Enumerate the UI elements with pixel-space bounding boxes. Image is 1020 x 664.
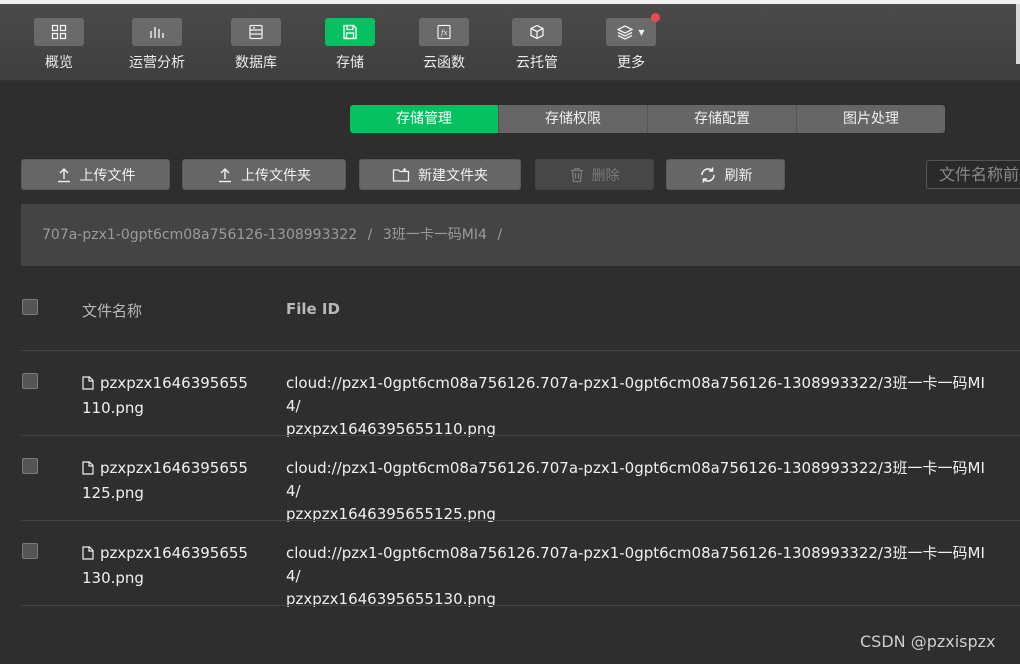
nav-analytics[interactable]: 运营分析 (122, 18, 192, 76)
nav-analytics-label: 运营分析 (129, 55, 185, 71)
nav-storage[interactable]: 存储 (315, 18, 385, 76)
table-row-name[interactable]: pzxpzx1646395655 125.png (82, 457, 252, 505)
refresh-icon (700, 167, 715, 182)
tab-storage-management[interactable]: 存储管理 (350, 105, 499, 133)
nav-more-label: 更多 (617, 55, 645, 71)
upload-folder-label: 上传文件夹 (241, 167, 311, 184)
upload-folder-button[interactable]: 上传文件夹 (182, 159, 346, 190)
search-input[interactable]: 文件名称前 (926, 160, 1020, 189)
table-row-file-id: cloud://pzx1-0gpt6cm08a756126.707a-pzx1-… (286, 459, 985, 523)
delete-label: 删除 (591, 167, 620, 184)
nav-database[interactable]: 数据库 (221, 18, 291, 76)
upload-file-button[interactable]: 上传文件 (21, 159, 170, 190)
nav-more[interactable]: ▼ 更多 (596, 13, 666, 76)
breadcrumb-separator: / (497, 227, 503, 243)
table-row-file-id: cloud://pzx1-0gpt6cm08a756126.707a-pzx1-… (286, 374, 985, 438)
nav-storage-label: 存储 (336, 55, 364, 71)
table-row-file-id: cloud://pzx1-0gpt6cm08a756126.707a-pzx1-… (286, 544, 985, 608)
breadcrumb-separator: / (367, 227, 373, 243)
tab-image-processing[interactable]: 图片处理 (797, 105, 945, 133)
bar-chart-icon (150, 27, 164, 38)
delete-button[interactable]: 删除 (535, 159, 654, 190)
tab-storage-permissions[interactable]: 存储权限 (499, 105, 648, 133)
column-header-file-id: File ID (286, 300, 340, 318)
storage-subtabs: 存储管理 存储权限 存储配置 图片处理 (350, 105, 945, 133)
database-icon (249, 24, 263, 40)
upload-icon (57, 167, 70, 182)
upload-file-label: 上传文件 (79, 167, 136, 184)
nav-overview-label: 概览 (45, 55, 73, 71)
breadcrumb-folder[interactable]: 3班一卡一码MI4 (383, 227, 487, 243)
main-toolbar: 概览 运营分析 数据库 存储 fx 云函数 云托管 ▼ 更多 (0, 4, 1020, 81)
row-checkbox[interactable] (22, 458, 38, 474)
tab-storage-config[interactable]: 存储配置 (648, 105, 797, 133)
refresh-button[interactable]: 刷新 (666, 159, 785, 190)
divider (21, 520, 1020, 521)
divider (21, 350, 1020, 351)
file-icon (82, 544, 94, 567)
nav-functions[interactable]: fx 云函数 (409, 18, 479, 76)
file-icon (82, 374, 94, 397)
watermark: CSDN @pzxispzx (860, 632, 996, 651)
row-checkbox[interactable] (22, 543, 38, 559)
row-checkbox[interactable] (22, 373, 38, 389)
layers-icon (617, 25, 634, 40)
function-icon: fx (437, 24, 451, 40)
table-row-name[interactable]: pzxpzx1646395655 130.png (82, 542, 252, 590)
nav-functions-label: 云函数 (423, 55, 465, 71)
storage-icon (343, 24, 357, 40)
trash-icon (570, 167, 583, 182)
nav-cloud-hosting[interactable]: 云托管 (502, 18, 572, 76)
window-edge (1016, 4, 1020, 64)
new-folder-label: 新建文件夹 (418, 167, 488, 184)
notification-dot (651, 13, 660, 22)
grid-icon (51, 24, 67, 40)
chevron-down-icon: ▼ (638, 27, 645, 37)
breadcrumb-bucket[interactable]: 707a-pzx1-0gpt6cm08a756126-1308993322 (42, 227, 357, 243)
nav-database-label: 数据库 (235, 55, 277, 71)
nav-cloud-hosting-label: 云托管 (516, 55, 558, 71)
divider (21, 605, 1020, 606)
new-folder-button[interactable]: 新建文件夹 (359, 159, 521, 190)
column-header-name: 文件名称 (82, 302, 143, 320)
divider (21, 435, 1020, 436)
select-all-checkbox[interactable] (22, 299, 38, 315)
new-folder-icon (392, 167, 410, 182)
file-icon (82, 459, 94, 482)
cube-icon (530, 24, 544, 40)
breadcrumb: 707a-pzx1-0gpt6cm08a756126-1308993322 / … (21, 204, 1020, 266)
refresh-label: 刷新 (724, 167, 753, 184)
upload-icon (219, 167, 231, 182)
table-row-name[interactable]: pzxpzx1646395655 110.png (82, 372, 252, 420)
svg-text:fx: fx (440, 29, 448, 37)
nav-overview[interactable]: 概览 (24, 18, 94, 76)
